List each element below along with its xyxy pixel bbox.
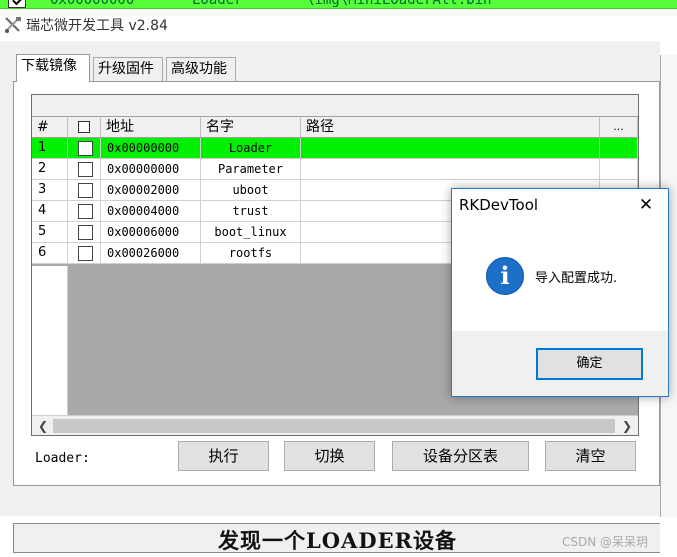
cell-path[interactable] [301, 159, 600, 180]
row-checkbox[interactable] [78, 183, 93, 198]
cell-path[interactable] [301, 138, 600, 159]
tab-advanced[interactable]: 高级功能 [166, 57, 236, 81]
cell-name: uboot [201, 180, 301, 201]
cell-name: trust [201, 201, 301, 222]
select-all-checkbox[interactable] [78, 121, 90, 133]
header-name: 名字 [201, 117, 301, 138]
switch-button[interactable]: 切换 [284, 441, 375, 471]
dialog-title: RKDevTool [459, 196, 539, 214]
scrollbar-thumb[interactable] [53, 419, 615, 433]
cell-address: 0x00026000 [101, 243, 201, 264]
dialog-title-bar: RKDevTool ✕ [452, 189, 668, 221]
message-dialog: RKDevTool ✕ i 导入配置成功. 确定 [451, 188, 669, 397]
cell-name: Parameter [201, 159, 301, 180]
cell-name: boot_linux [201, 222, 301, 243]
header-path: 路径 [301, 117, 600, 138]
table-top-bar [32, 95, 638, 117]
empty-num-column [32, 266, 68, 415]
info-icon: i [486, 257, 524, 295]
cell-more [600, 159, 638, 180]
horizontal-scrollbar[interactable]: ❮ ❯ [32, 415, 638, 435]
header-address: 地址 [101, 117, 201, 138]
cell-address: 0x00004000 [101, 201, 201, 222]
ghost-row-path: \img\MiniLoaderAll.bin [306, 0, 492, 8]
cell-num: 5 [32, 222, 68, 243]
scroll-right-icon[interactable]: ❯ [618, 417, 636, 435]
row-checkbox[interactable] [78, 162, 93, 177]
dialog-message: 导入配置成功. [535, 271, 618, 286]
ghost-row-checkbox [8, 0, 26, 8]
ghost-row-address: 0x00000000 [50, 0, 135, 8]
scroll-left-icon[interactable]: ❮ [34, 417, 52, 435]
cell-num: 4 [32, 201, 68, 222]
status-text: 发现一个LOADER设备 [218, 528, 458, 553]
partition-table-button[interactable]: 设备分区表 [392, 441, 529, 471]
cell-num: 2 [32, 159, 68, 180]
cell-address: 0x00000000 [101, 138, 201, 159]
tab-upgrade-firmware[interactable]: 升级固件 [93, 57, 163, 81]
header-num: # [32, 117, 68, 138]
row-checkbox[interactable] [78, 246, 93, 261]
row-checkbox[interactable] [78, 204, 93, 219]
cell-num: 1 [32, 138, 68, 159]
run-button[interactable]: 执行 [178, 441, 269, 471]
cell-num: 6 [32, 243, 68, 264]
cell-more [600, 138, 638, 159]
cell-address: 0x00006000 [101, 222, 201, 243]
ok-button[interactable]: 确定 [536, 348, 643, 380]
watermark: CSDN @呆呆玥 [562, 535, 649, 549]
cell-name: Loader [201, 138, 301, 159]
close-icon[interactable]: ✕ [624, 189, 668, 221]
row-checkbox[interactable] [78, 225, 93, 240]
cell-num: 3 [32, 180, 68, 201]
clear-button[interactable]: 清空 [545, 441, 636, 471]
cell-name: rootfs [201, 243, 301, 264]
cell-address: 0x00000000 [101, 159, 201, 180]
tab-download-image[interactable]: 下载镜像 [16, 54, 90, 82]
header-more: ... [600, 117, 638, 138]
row-checkbox[interactable] [78, 141, 93, 156]
top-ghost-row: 0x00000000 Loader \img\MiniLoaderAll.bin [0, 0, 677, 9]
title-bar: 瑞芯微开发工具 v2.84 [0, 9, 677, 41]
cell-address: 0x00002000 [101, 180, 201, 201]
window-title: 瑞芯微开发工具 v2.84 [26, 18, 168, 34]
tools-icon [5, 17, 21, 33]
dialog-body: i 导入配置成功. [452, 221, 668, 331]
loader-label: Loader: [35, 451, 90, 466]
ghost-row-name: Loader [192, 0, 243, 8]
